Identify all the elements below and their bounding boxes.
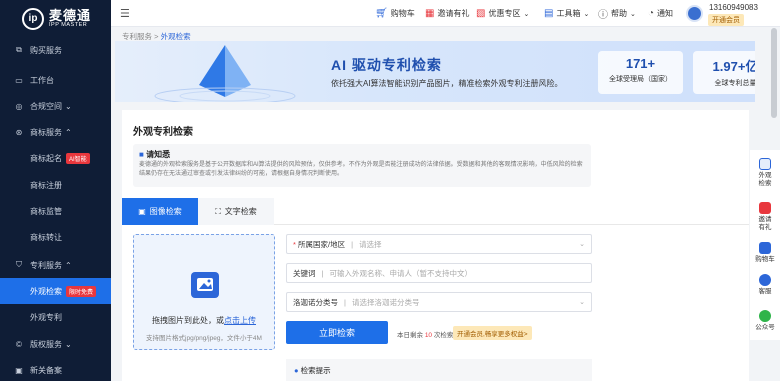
tab-text-search[interactable]: ⛶ 文字检索 — [198, 198, 274, 225]
logo[interactable]: ip 麦德通 IPP MASTER — [0, 0, 111, 37]
sidebar-item-buy[interactable]: ⧉ 购买服务 — [0, 37, 111, 63]
top-bar: ☰ 🛒︎ 购物车 ▦ 邀请有礼 ▧ 优惠专区 ⌄ ▤ 工具箱 ⌄ ⓘ 帮助 ⌄ ◔ 通知 1316… — [111, 0, 780, 27]
info-icon: ● — [294, 366, 299, 375]
cart-icon: ⧉ — [16, 45, 22, 54]
sidebar-item-copyright[interactable]: © 版权服务 ⌄ — [0, 331, 111, 357]
sidebar: ip 麦德通 IPP MASTER ⧉ 购买服务 ▭ 工作台 ◎ 合规空间 ⌄ ⊛ 商标服… — [0, 0, 111, 381]
scrollbar[interactable] — [771, 28, 777, 118]
chevron-down-icon: ⌄ — [583, 10, 590, 18]
cart-icon — [759, 242, 771, 254]
pyramid-illustration — [154, 45, 296, 102]
chevron-up-icon: ⌃ — [65, 127, 72, 137]
chevron-down-icon: ⌄ — [579, 299, 585, 306]
shield-icon: ◎ — [15, 101, 23, 111]
cart-button[interactable]: 🛒︎ 购物车 — [375, 0, 415, 27]
banner-subtitle: 依托强大AI算法智能识别产品图片，精准检索外观专利注册风险。 — [331, 79, 563, 88]
float-design-search[interactable]: 外观检索 — [750, 158, 780, 188]
sidebar-item-trademark-naming[interactable]: 商标起名 AI智能 — [0, 145, 111, 171]
breadcrumb-current: 外观检索 — [160, 32, 191, 41]
logo-subtitle: IPP MASTER — [49, 22, 88, 28]
toolbox-button[interactable]: ▤ 工具箱 ⌄ — [544, 0, 589, 27]
sidebar-item-trademark-register[interactable]: 商标注册 — [0, 172, 111, 198]
sidebar-item-trademark-transfer[interactable]: 商标转让 — [0, 224, 111, 250]
locarno-select[interactable]: 洛迦诺分类号 | 请选择洛迦诺分类号 ⌄ — [286, 292, 592, 312]
help-icon: ⓘ — [598, 10, 608, 21]
deals-button[interactable]: ▧ 优惠专区 ⌄ — [476, 0, 529, 27]
float-invite[interactable]: 邀请有礼 — [750, 202, 780, 232]
copyright-icon: © — [16, 339, 22, 349]
chevron-down-icon: ⌄ — [523, 10, 530, 18]
menu-icon: ☰ — [120, 8, 130, 20]
sidebar-item-patent[interactable]: ⛉ 专利服务 ⌃ — [0, 252, 111, 278]
sidebar-item-workbench[interactable]: ▭ 工作台 — [0, 67, 111, 93]
upload-link[interactable]: 点击上传 — [224, 316, 256, 325]
user-phone[interactable]: 13160949083 — [709, 3, 758, 12]
search-tabs: ▣ 图像检索 ⛶ 文字检索 — [122, 198, 749, 225]
chevron-down-icon: ⌄ — [65, 101, 72, 111]
desktop-icon: ▭ — [15, 75, 23, 85]
sidebar-item-compliance[interactable]: ◎ 合规空间 ⌄ — [0, 93, 111, 119]
stat-patents: 1.97+亿 全球专利总量 — [693, 51, 755, 94]
sidebar-item-design-patent[interactable]: 外观专利 — [0, 304, 111, 330]
keyword-input[interactable]: 关键词 | 可输入外观名称、申请人（暂不支持中文） — [286, 263, 592, 283]
chevron-down-icon: ⌄ — [579, 241, 585, 248]
info-icon: ■ — [139, 150, 144, 159]
sidebar-item-record[interactable]: ▣ 新关备案 — [0, 357, 111, 381]
gift-icon: ▦ — [425, 8, 435, 19]
notice-box: ■ 请知悉 麦德通的外观检索服务是基于公开数据库和AI算法提供的风险预估，仅供参… — [133, 144, 591, 187]
toolbox-icon: ▤ — [544, 8, 554, 19]
float-support[interactable]: 客服 — [750, 274, 780, 296]
logo-title: 麦德通 — [49, 8, 92, 23]
gift-icon — [759, 202, 771, 214]
search-button[interactable]: 立即检索 — [286, 321, 388, 344]
logo-mark: ip — [22, 7, 44, 30]
sidebar-item-design-search[interactable]: 外观检索 限时免费 — [0, 278, 111, 304]
notify-button[interactable]: ◔ 通知 — [648, 0, 673, 27]
upload-image-icon — [191, 272, 219, 298]
wechat-icon — [759, 310, 771, 322]
image-icon: ▣ — [138, 207, 146, 216]
quota-text: 本日剩余 10 次检索 — [397, 332, 454, 339]
country-select[interactable]: * 所属国家/地区 | 请选择 ⌄ — [286, 234, 592, 254]
upload-hint: 支持图片格式jpg/png/jpeg，文件小于4M — [146, 335, 262, 342]
sidebar-item-trademark-monitor[interactable]: 商标监管 — [0, 198, 111, 224]
search-tips[interactable]: ● 检索提示 — [286, 359, 592, 381]
breadcrumb-parent[interactable]: 专利服务 — [122, 32, 152, 41]
sidebar-item-trademark[interactable]: ⊛ 商标服务 ⌃ — [0, 119, 111, 145]
invite-button[interactable]: ▦ 邀请有礼 — [425, 0, 469, 27]
tab-image-search[interactable]: ▣ 图像检索 — [122, 198, 198, 225]
float-wechat[interactable]: 公众号 — [750, 310, 780, 332]
image-upload-zone[interactable]: 拖拽图片到此处，或点击上传 支持图片格式jpg/png/jpeg，文件小于4M — [133, 234, 275, 350]
bell-icon: ◔ — [648, 8, 655, 19]
chevron-down-icon: ⌄ — [630, 10, 636, 18]
record-icon: ▣ — [15, 365, 23, 375]
stat-offices: 171+ 全球受理局（国家） — [598, 51, 683, 94]
page-title: 外观专利检索 — [133, 127, 193, 138]
help-button[interactable]: ⓘ 帮助 ⌄ — [598, 0, 636, 27]
chevron-up-icon: ⌃ — [65, 260, 72, 270]
hero-banner: AI 驱动专利检索 依托强大AI算法智能识别产品图片，精准检索外观专利注册风险。… — [115, 41, 755, 102]
text-icon: ⛶ — [215, 206, 221, 216]
banner-title: AI 驱动专利检索 — [331, 57, 442, 73]
avatar[interactable] — [686, 5, 703, 22]
trademark-icon: ⊛ — [15, 127, 23, 137]
vip-badge[interactable]: 开通会员 — [708, 14, 744, 26]
tag-icon: ▧ — [476, 8, 486, 19]
support-icon — [759, 274, 771, 286]
vip-promo-link[interactable]: 开通会员,畅享更多权益> — [453, 326, 532, 340]
patent-icon: ⛉ — [16, 260, 22, 269]
chevron-down-icon: ⌄ — [65, 339, 72, 349]
notice-body: 麦德通的外观检索服务是基于公开数据库和AI算法提供的风险预估，仅供参考。不作为外… — [139, 162, 583, 177]
menu-toggle[interactable]: ☰ — [120, 0, 130, 27]
ai-badge: AI智能 — [66, 152, 90, 164]
cart-icon: 🛒︎ — [375, 8, 388, 19]
search-icon — [759, 158, 771, 170]
search-card: 外观专利检索 ■ 请知悉 麦德通的外观检索服务是基于公开数据库和AI算法提供的风… — [122, 110, 749, 381]
free-badge: 限时免费 — [66, 285, 97, 297]
float-cart[interactable]: 购物车 — [750, 242, 780, 264]
right-float-bar: 外观检索 邀请有礼 购物车 客服 公众号 — [750, 150, 780, 340]
